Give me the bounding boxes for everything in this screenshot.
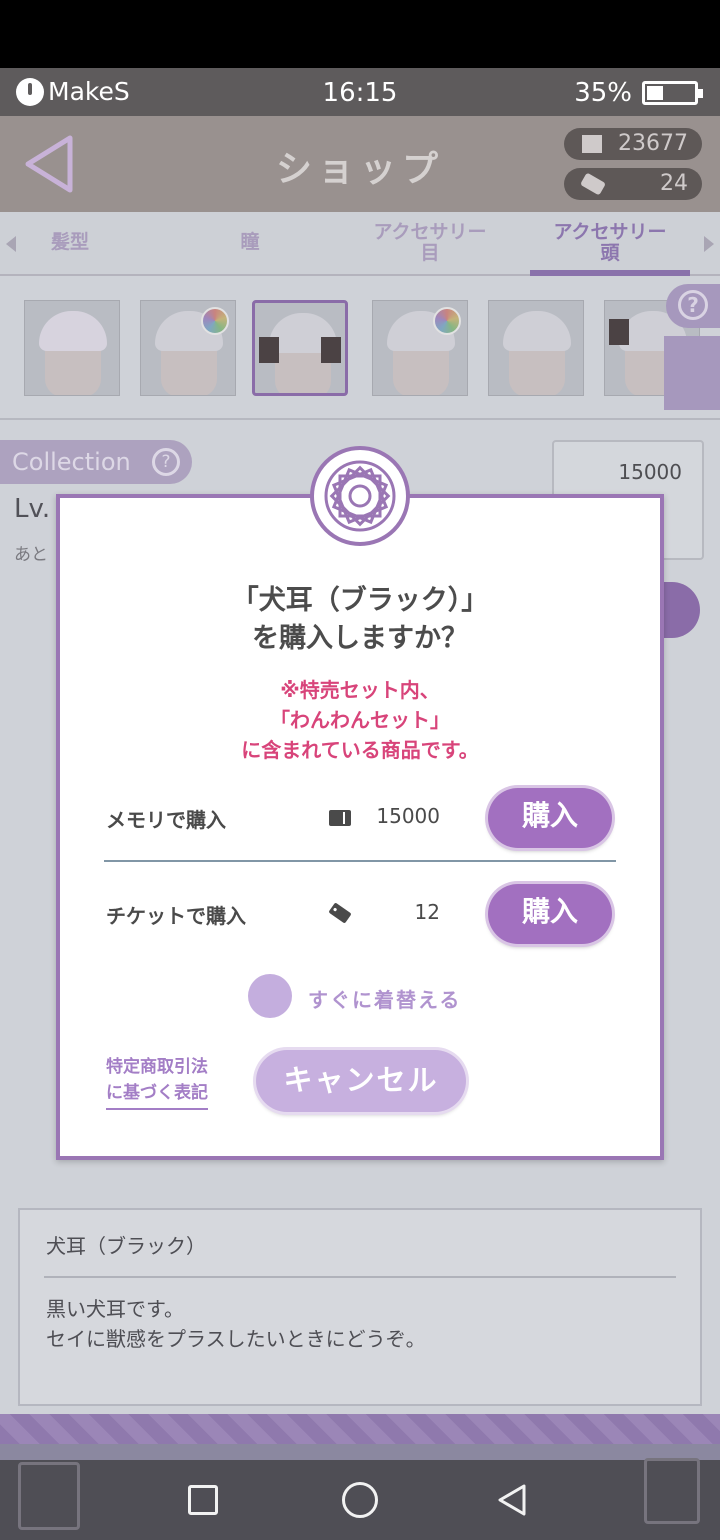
dialog-question-line1: 「犬耳（ブラック）」 [231, 585, 489, 616]
decorative-strip [0, 1414, 720, 1444]
system-back-icon[interactable] [494, 1482, 530, 1518]
tab-accessory-head[interactable]: アクセサリー 頭 [530, 222, 690, 264]
divider [104, 860, 616, 862]
black-ear-icon [321, 337, 341, 363]
memory-price: 15000 [376, 804, 440, 828]
color-wheel-icon [201, 307, 229, 335]
pose-button[interactable] [664, 336, 720, 410]
memo-icon[interactable] [644, 1458, 700, 1524]
buy-with-ticket-button[interactable]: 購入 [488, 884, 612, 944]
purchase-dialog: 「犬耳（ブラック）」 を購入しますか？ ※特売セット内、 「わんわんセット」 に… [56, 494, 664, 1160]
memory-balance: 23677 [564, 128, 702, 160]
category-tabs: 髪型 瞳 アクセサリー 目 アクセサリー 頭 [0, 212, 720, 276]
help-icon: ? [678, 290, 708, 320]
item-name: 犬耳（ブラック） [46, 1234, 206, 1258]
hair [503, 311, 571, 351]
tab-label: 目 [420, 242, 440, 264]
memory-icon [582, 135, 602, 153]
status-bar: MakeS 16:15 35% [0, 68, 720, 116]
ticket-purchase-label: チケットで購入 [106, 904, 246, 928]
memory-count: 23677 [618, 131, 688, 156]
description-line: 黒い犬耳です。 [46, 1297, 184, 1321]
tab-label: アクセサリー [373, 221, 487, 243]
recents-button[interactable] [188, 1485, 218, 1515]
memory-purchase-label: メモリで購入 [106, 808, 226, 832]
wear-now-toggle[interactable] [248, 974, 292, 1018]
tab-label: アクセサリー [553, 221, 667, 243]
ticket-icon [579, 172, 607, 196]
divider [44, 1276, 676, 1278]
item-description-text: 黒い犬耳です。 セイに獣感をプラスしたいときにどうぞ。 [46, 1294, 426, 1354]
dialog-note-line1: ※特売セット内、 [280, 678, 440, 702]
wear-now-label[interactable]: すぐに着替える [308, 984, 461, 1013]
system-navigation-bar [0, 1460, 720, 1540]
item-white-ears[interactable] [140, 300, 236, 396]
description-line: セイに獣感をプラスしたいときにどうぞ。 [46, 1327, 426, 1351]
header: ショップ 23677 24 [0, 116, 720, 212]
app-bottom-bar [0, 1444, 720, 1460]
dialog-note-line3: に含まれている商品です。 [241, 738, 479, 762]
tab-hairstyle[interactable]: 髪型 [0, 232, 150, 253]
price-panel-memory: 15000 [618, 460, 682, 484]
collection-label: Collection [12, 448, 131, 476]
battery-percent: 35% [574, 78, 632, 108]
collection-level: Lv. [14, 494, 51, 524]
item-dog-ears-black[interactable] [252, 300, 348, 396]
dialog-question-line2: を購入しますか？ [252, 623, 468, 654]
black-ear-icon [259, 337, 279, 363]
tab-label: 髪型 [50, 231, 89, 253]
legal-line: 特定商取引法 [106, 1057, 208, 1077]
color-wheel-icon [433, 307, 461, 335]
collection-remaining: あと [14, 545, 48, 565]
outfit-shirt-icon[interactable] [18, 1462, 80, 1530]
flower-emblem-icon [310, 446, 410, 546]
dialog-note-line2: 「わんわんセット」 [270, 708, 450, 732]
item-list [0, 278, 720, 420]
help-button[interactable]: ? [666, 284, 720, 328]
tab-label: 頭 [600, 242, 620, 264]
item-white-ears-2[interactable] [372, 300, 468, 396]
tabs-right-arrow-icon[interactable] [704, 236, 714, 252]
collection-help-icon[interactable]: ? [152, 448, 180, 476]
top-black-bar [0, 0, 720, 68]
tab-label: 瞳 [240, 231, 260, 253]
fox-mask-icon [39, 311, 107, 351]
legal-notice-link[interactable]: 特定商取引法 に基づく表記 [106, 1054, 208, 1110]
battery-icon [642, 81, 703, 105]
black-ear-icon [609, 319, 629, 345]
collection-badge[interactable]: Collection ? [0, 440, 192, 484]
active-tab-indicator [530, 270, 690, 276]
legal-line: に基づく表記 [106, 1083, 208, 1103]
ticket-price: 12 [414, 900, 440, 924]
item-description: 犬耳（ブラック） 黒い犬耳です。 セイに獣感をプラスしたいときにどうぞ。 [18, 1208, 702, 1406]
buy-with-memory-button[interactable]: 購入 [488, 788, 612, 848]
item-fox-mask[interactable] [24, 300, 120, 396]
cancel-button[interactable]: キャンセル [256, 1050, 466, 1112]
tab-eyes[interactable]: 瞳 [170, 232, 330, 253]
item-cat-ears[interactable] [488, 300, 584, 396]
home-button[interactable] [342, 1482, 378, 1518]
ticket-balance: 24 [564, 168, 702, 200]
tab-accessory-eye[interactable]: アクセサリー 目 [350, 222, 510, 264]
ticket-count: 24 [660, 171, 688, 196]
